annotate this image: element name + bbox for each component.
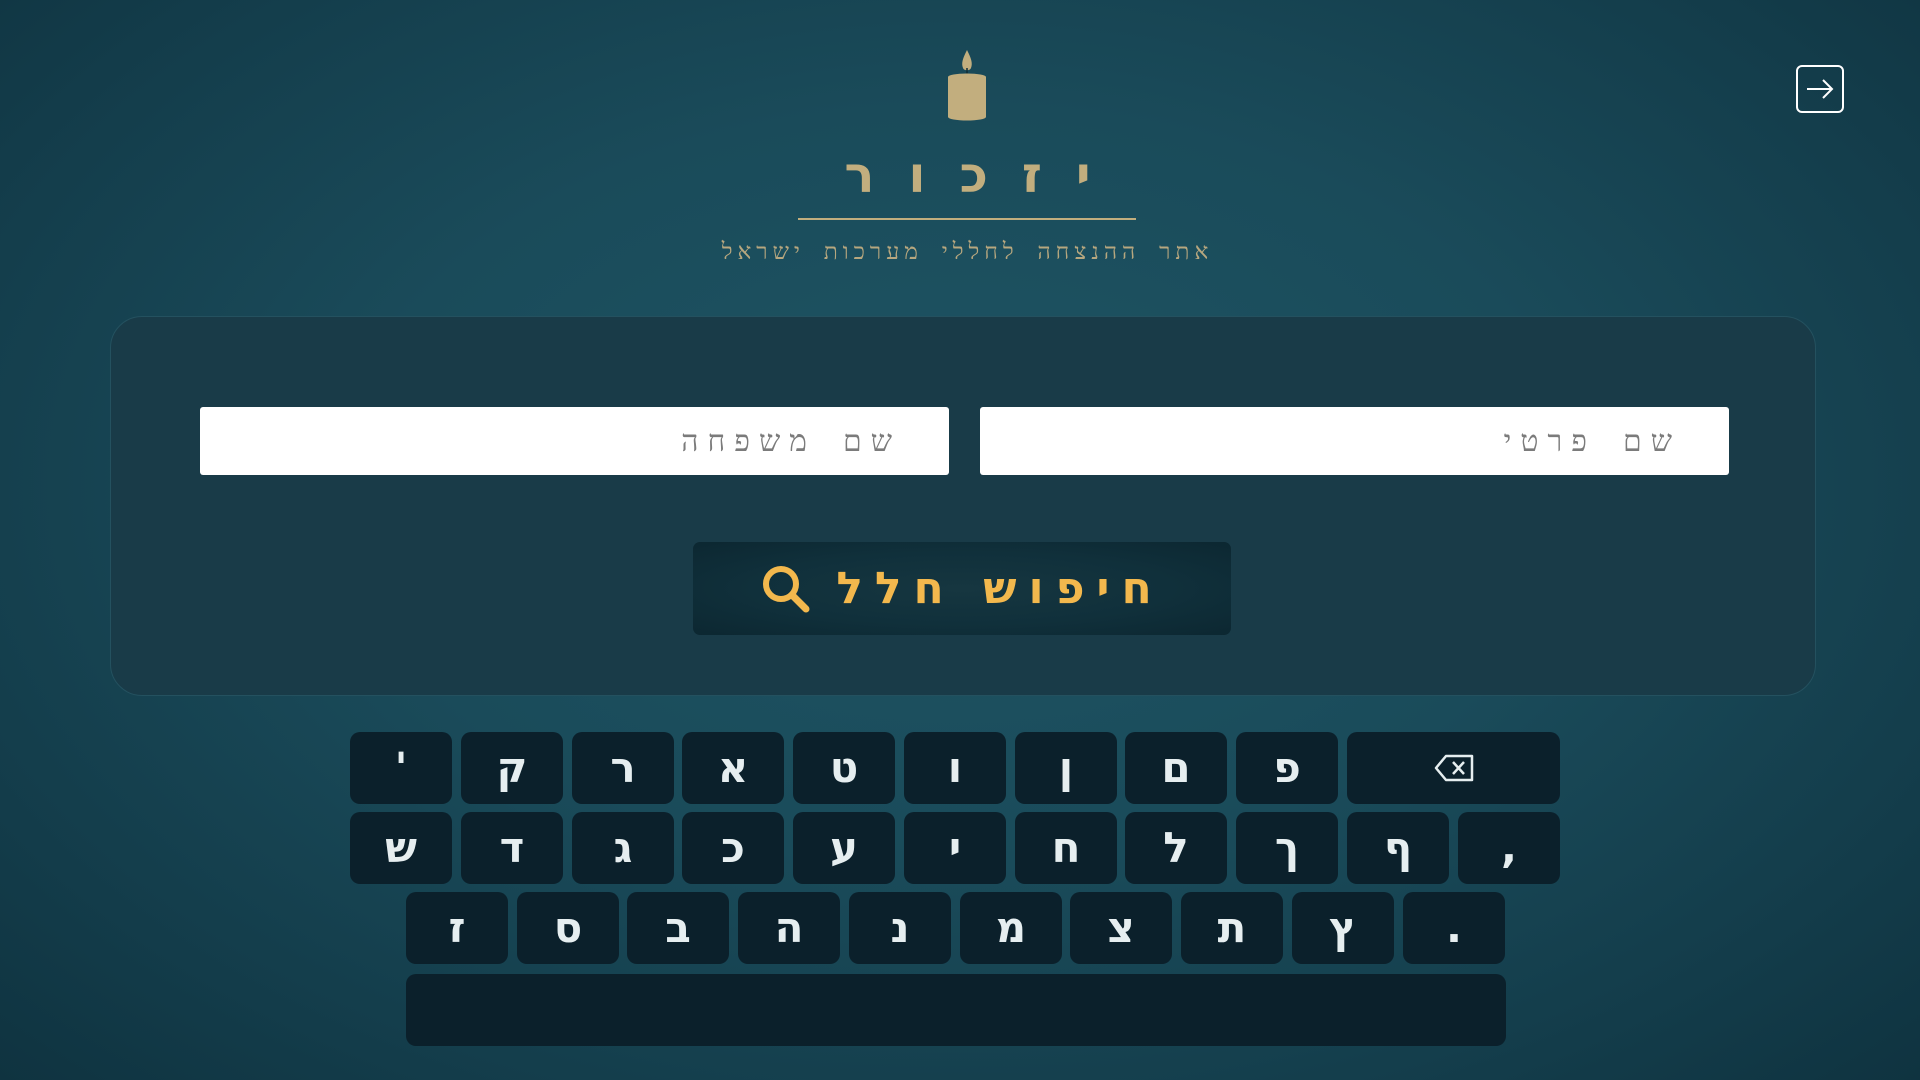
key[interactable]: א: [682, 732, 784, 804]
last-name-input[interactable]: [200, 407, 949, 475]
key[interactable]: .: [1403, 892, 1505, 964]
key[interactable]: פ: [1236, 732, 1338, 804]
key[interactable]: ו: [904, 732, 1006, 804]
key[interactable]: ף: [1347, 812, 1449, 884]
key[interactable]: ך: [1236, 812, 1338, 884]
key[interactable]: כ: [682, 812, 784, 884]
site-title: יזכור: [844, 146, 1125, 204]
key[interactable]: ן: [1015, 732, 1117, 804]
key[interactable]: ה: [738, 892, 840, 964]
key[interactable]: נ: [849, 892, 951, 964]
title-divider: [798, 218, 1136, 220]
key[interactable]: ץ: [1292, 892, 1394, 964]
key[interactable]: ': [350, 732, 452, 804]
search-panel: חיפוש חלל: [110, 316, 1816, 696]
candle-icon: [948, 50, 986, 121]
exit-button[interactable]: [1796, 65, 1844, 113]
search-button-label: חיפוש חלל: [836, 563, 1164, 614]
arrow-right-icon: [1807, 79, 1834, 99]
space-key[interactable]: [406, 974, 1506, 1046]
key[interactable]: י: [904, 812, 1006, 884]
backspace-key[interactable]: [1347, 732, 1560, 804]
key[interactable]: ס: [517, 892, 619, 964]
search-icon: [763, 565, 810, 612]
key[interactable]: ת: [1181, 892, 1283, 964]
key[interactable]: ל: [1125, 812, 1227, 884]
key[interactable]: ב: [627, 892, 729, 964]
key[interactable]: ע: [793, 812, 895, 884]
key[interactable]: ם: [1125, 732, 1227, 804]
search-fallen-button[interactable]: חיפוש חלל: [693, 542, 1231, 635]
site-subtitle: אתר ההנצחה לחללי מערכות ישראל: [721, 239, 1214, 265]
key[interactable]: ש: [350, 812, 452, 884]
key[interactable]: ט: [793, 732, 895, 804]
key[interactable]: ר: [572, 732, 674, 804]
first-name-input[interactable]: [980, 407, 1729, 475]
key[interactable]: ז: [406, 892, 508, 964]
key[interactable]: ח: [1015, 812, 1117, 884]
key[interactable]: ד: [461, 812, 563, 884]
key[interactable]: ,: [1458, 812, 1560, 884]
backspace-icon: [1434, 754, 1473, 782]
key[interactable]: צ: [1070, 892, 1172, 964]
key[interactable]: ק: [461, 732, 563, 804]
key[interactable]: מ: [960, 892, 1062, 964]
key[interactable]: ג: [572, 812, 674, 884]
